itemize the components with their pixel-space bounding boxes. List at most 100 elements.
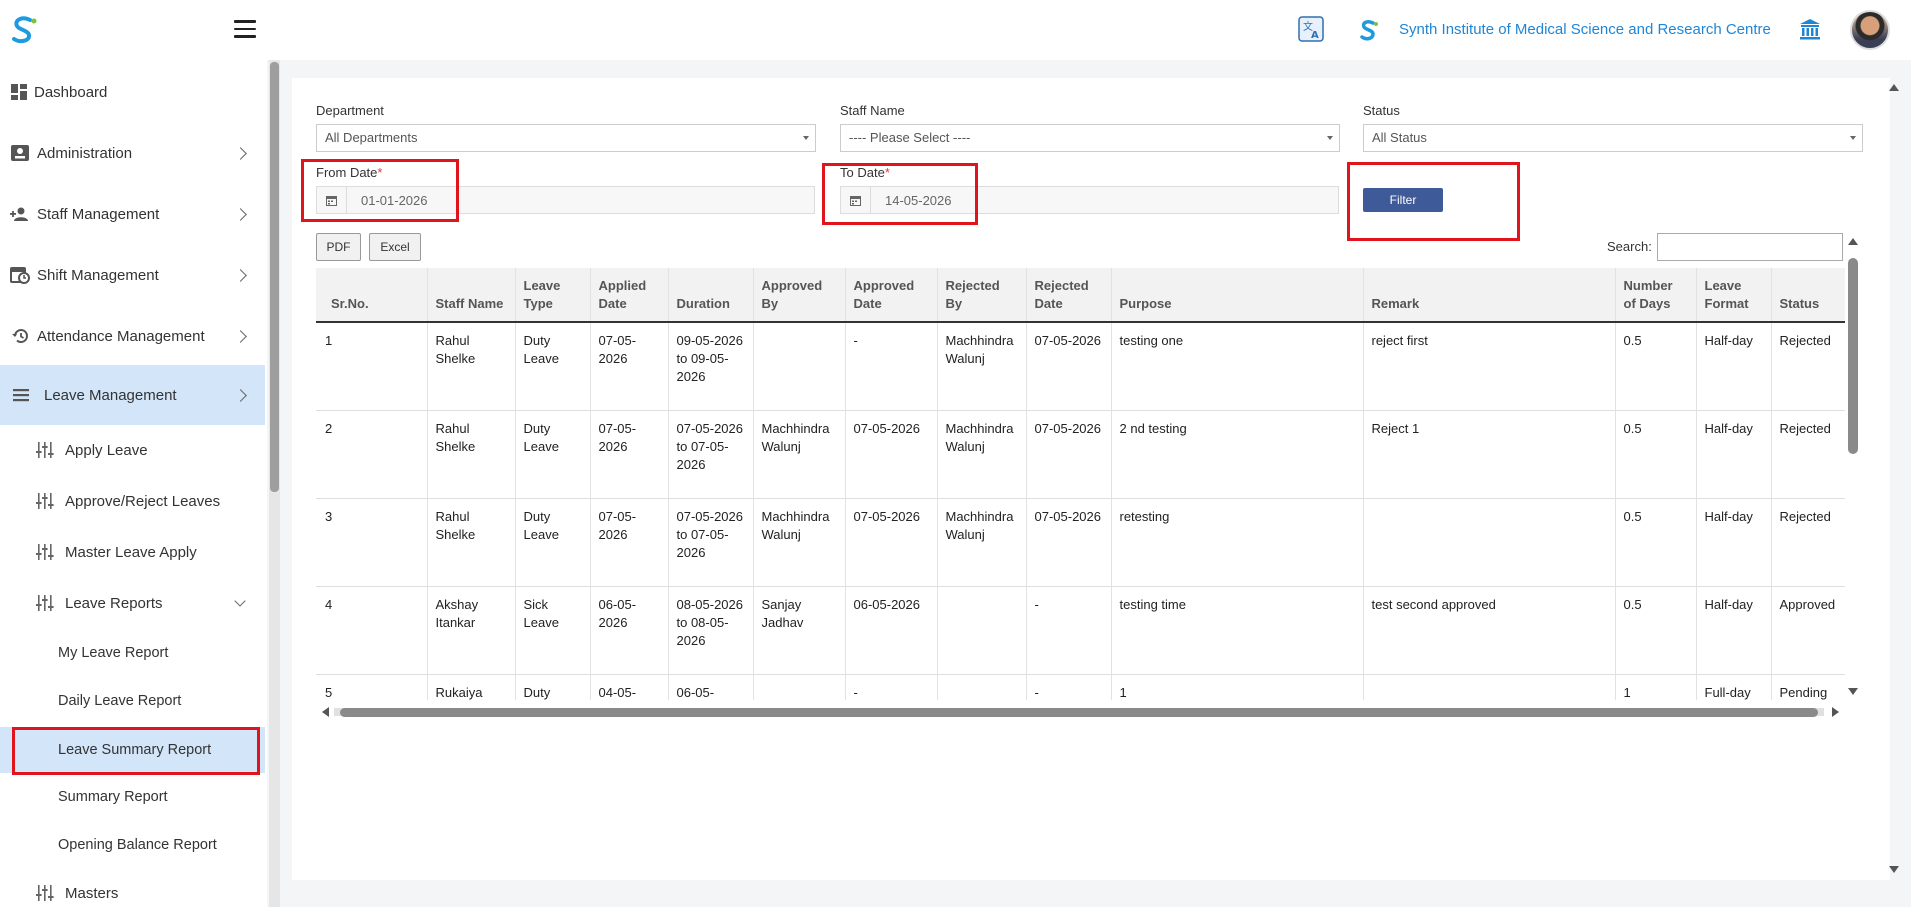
institution-icon[interactable] xyxy=(1798,17,1822,41)
history-icon xyxy=(12,329,28,344)
scrollbar-thumb[interactable] xyxy=(340,708,1818,717)
table-cell: Rahul Shelke xyxy=(427,498,516,587)
column-header[interactable]: Sr.No. xyxy=(316,268,428,323)
column-header[interactable]: Rejected Date xyxy=(1026,268,1112,323)
sidebar-item-opening-balance-report[interactable]: Opening Balance Report xyxy=(0,822,265,868)
column-header[interactable]: Number of Days xyxy=(1615,268,1697,323)
table-cell: 0.5 xyxy=(1615,322,1697,411)
staff-name-select[interactable]: ---- Please Select ---- xyxy=(840,124,1340,152)
table-cell: 07-05-2026 xyxy=(845,498,938,587)
search-input[interactable] xyxy=(1657,233,1843,261)
sidebar-item-administration[interactable]: Administration xyxy=(0,128,265,178)
sidebar-scrollbar[interactable] xyxy=(269,60,280,907)
sidebar: Dashboard Administration Staff Managemen… xyxy=(0,60,267,907)
sidebar-item-staff-management[interactable]: Staff Management xyxy=(0,189,265,239)
column-header[interactable]: Applied Date xyxy=(590,268,669,323)
sidebar-item-attendance-management[interactable]: Attendance Management xyxy=(0,311,265,361)
sidebar-item-label: Opening Balance Report xyxy=(58,837,217,853)
sidebar-item-my-leave-report[interactable]: My Leave Report xyxy=(0,630,265,676)
sidebar-item-approve-reject-leaves[interactable]: Approve/Reject Leaves xyxy=(0,477,265,525)
sidebar-item-leave-management[interactable]: Leave Management xyxy=(0,365,265,425)
table-cell: 07-05-2026 xyxy=(590,322,669,411)
column-header[interactable]: Status xyxy=(1771,268,1845,323)
caret-down-icon xyxy=(803,136,809,140)
column-header[interactable]: Approved By xyxy=(753,268,846,323)
table-cell: 06-05-2026 xyxy=(845,586,938,675)
table-cell: Rejected xyxy=(1771,322,1845,411)
sidebar-item-label: My Leave Report xyxy=(58,645,169,661)
to-date-input[interactable]: 14-05-2026 xyxy=(840,186,1339,214)
table-cell: - xyxy=(845,674,938,700)
menu-toggle-icon[interactable] xyxy=(234,20,256,38)
table-cell: 07-05-2026 xyxy=(1026,322,1112,411)
table-cell: Half-day xyxy=(1696,410,1772,499)
table-cell: - xyxy=(1026,674,1112,700)
column-header[interactable]: Purpose xyxy=(1111,268,1364,323)
sidebar-item-leave-reports[interactable]: Leave Reports xyxy=(0,579,265,627)
sidebar-item-shift-management[interactable]: Shift Management xyxy=(0,250,265,300)
sidebar-item-masters[interactable]: Masters xyxy=(0,869,265,907)
chevron-right-icon xyxy=(234,388,247,402)
table-cell: 07-05-2026 xyxy=(845,410,938,499)
table-row: 5 Rukaiya Duty 04-05- 06-05- - -1 1 Full-day Pend… xyxy=(316,674,1845,700)
sidebar-item-daily-leave-report[interactable]: Daily Leave Report xyxy=(0,678,265,724)
user-avatar[interactable] xyxy=(1850,10,1890,50)
column-header[interactable]: Staff Name xyxy=(427,268,516,323)
status-select[interactable]: All Status xyxy=(1363,124,1863,152)
table-cell: Sanjay Jadhav xyxy=(753,586,846,675)
table-cell: Machhindra Walunj xyxy=(937,322,1027,411)
page-scroll-down-icon[interactable] xyxy=(1889,866,1899,873)
excel-button[interactable]: Excel xyxy=(369,233,421,261)
sidebar-item-dashboard[interactable]: Dashboard xyxy=(0,67,265,117)
column-header[interactable]: Rejected By xyxy=(937,268,1027,323)
horizontal-scrollbar[interactable] xyxy=(316,704,1843,720)
sidebar-item-master-leave-apply[interactable]: Master Leave Apply xyxy=(0,528,265,576)
table-vertical-scrollbar[interactable] xyxy=(1847,236,1859,700)
table-cell: 2 xyxy=(316,410,428,499)
column-header[interactable]: Remark xyxy=(1363,268,1616,323)
page-scroll-up-icon[interactable] xyxy=(1889,84,1899,91)
table-cell: Machhindra Walunj xyxy=(753,498,846,587)
chevron-right-icon xyxy=(234,207,247,221)
sliders-icon xyxy=(36,544,54,560)
column-header[interactable]: Approved Date xyxy=(845,268,938,323)
pdf-button[interactable]: PDF xyxy=(316,233,361,261)
sidebar-item-label: Masters xyxy=(65,884,119,902)
sidebar-item-label: Leave Reports xyxy=(65,594,163,612)
column-header[interactable]: Leave Format xyxy=(1696,268,1772,323)
list-icon xyxy=(13,389,29,402)
scrollbar-thumb[interactable] xyxy=(270,62,279,492)
scroll-left-icon[interactable] xyxy=(322,707,329,717)
scroll-down-icon[interactable] xyxy=(1848,688,1858,695)
sidebar-item-summary-report[interactable]: Summary Report xyxy=(0,774,265,820)
table-cell: testing one xyxy=(1111,322,1364,411)
table-cell xyxy=(1363,674,1616,700)
filter-button[interactable]: Filter xyxy=(1363,188,1443,212)
department-select-value: All Departments xyxy=(325,130,418,145)
translate-icon[interactable]: 文 A xyxy=(1298,16,1324,42)
s-logo-icon[interactable] xyxy=(8,14,40,46)
sidebar-item-leave-summary-report[interactable]: Leave Summary Report xyxy=(0,727,265,773)
department-label: Department xyxy=(316,103,384,118)
table-cell: 07-05-2026 xyxy=(590,410,669,499)
chevron-right-icon xyxy=(234,329,247,343)
table-cell xyxy=(937,586,1027,675)
staff-name-select-value: ---- Please Select ---- xyxy=(849,130,971,145)
sidebar-item-label: Approve/Reject Leaves xyxy=(65,492,221,510)
table-cell: 3 xyxy=(316,498,428,587)
sidebar-item-apply-leave[interactable]: Apply Leave xyxy=(0,426,265,474)
scroll-up-icon[interactable] xyxy=(1848,238,1858,245)
from-date-input[interactable]: 01-01-2026 xyxy=(316,186,815,214)
column-header[interactable]: Duration xyxy=(668,268,754,323)
table-cell: Reject 1 xyxy=(1363,410,1616,499)
table-cell: Rukaiya xyxy=(427,674,516,700)
table-cell: Approved xyxy=(1771,586,1845,675)
table-row: 1 Rahul Shelke Duty Leave 07-05-2026 09-05-2… xyxy=(316,322,1845,411)
svg-text:A: A xyxy=(1311,30,1319,41)
table-cell: 07-05-2026 xyxy=(1026,410,1112,499)
scroll-right-icon[interactable] xyxy=(1832,707,1839,717)
department-select[interactable]: All Departments xyxy=(316,124,816,152)
scrollbar-thumb[interactable] xyxy=(1848,258,1858,454)
column-header[interactable]: Leave Type xyxy=(515,268,591,323)
institute-name: Synth Institute of Medical Science and R… xyxy=(1399,21,1771,38)
